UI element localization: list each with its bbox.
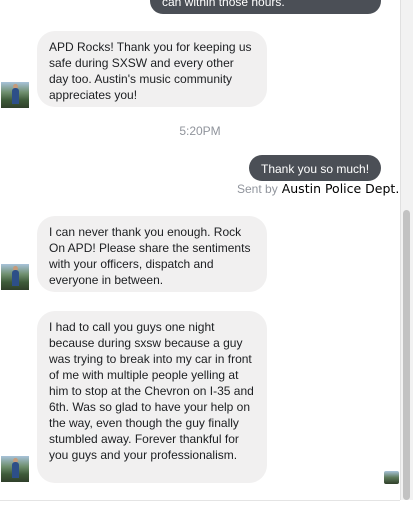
avatar-body bbox=[12, 88, 19, 104]
incoming-message-text: I had to call you guys one night because… bbox=[49, 320, 254, 462]
incoming-message[interactable]: I can never thank you enough. Rock On AP… bbox=[37, 216, 267, 292]
seen-avatar-icon bbox=[384, 471, 399, 484]
outgoing-message-text: can within those hours. bbox=[162, 0, 285, 9]
incoming-message[interactable]: I had to call you guys one night because… bbox=[37, 311, 267, 483]
avatar-body bbox=[12, 462, 19, 478]
outgoing-message-partial[interactable]: can within those hours. bbox=[150, 0, 381, 14]
sender-avatar[interactable] bbox=[1, 456, 29, 482]
avatar-body bbox=[12, 270, 19, 286]
outgoing-message[interactable]: Thank you so much! bbox=[249, 155, 381, 181]
message-thread: can within those hours. APD Rocks! Thank… bbox=[0, 0, 400, 500]
incoming-message-text: I can never thank you enough. Rock On AP… bbox=[49, 225, 251, 287]
incoming-message-text: APD Rocks! Thank you for keeping us safe… bbox=[49, 40, 252, 102]
sender-avatar[interactable] bbox=[1, 82, 29, 108]
scrollbar-track[interactable] bbox=[400, 0, 413, 500]
divider bbox=[0, 500, 400, 501]
sent-by-name: Austin Police Dept. bbox=[281, 181, 400, 196]
message-timestamp: 5:20PM bbox=[179, 124, 221, 138]
scrollbar-thumb[interactable] bbox=[403, 210, 410, 500]
sent-by-label: Sent by bbox=[237, 182, 278, 196]
incoming-message[interactable]: APD Rocks! Thank you for keeping us safe… bbox=[37, 31, 267, 107]
outgoing-message-text: Thank you so much! bbox=[261, 162, 370, 176]
sent-by-line: Sent by Austin Police Dept. bbox=[237, 181, 399, 196]
sender-avatar[interactable] bbox=[1, 264, 29, 290]
